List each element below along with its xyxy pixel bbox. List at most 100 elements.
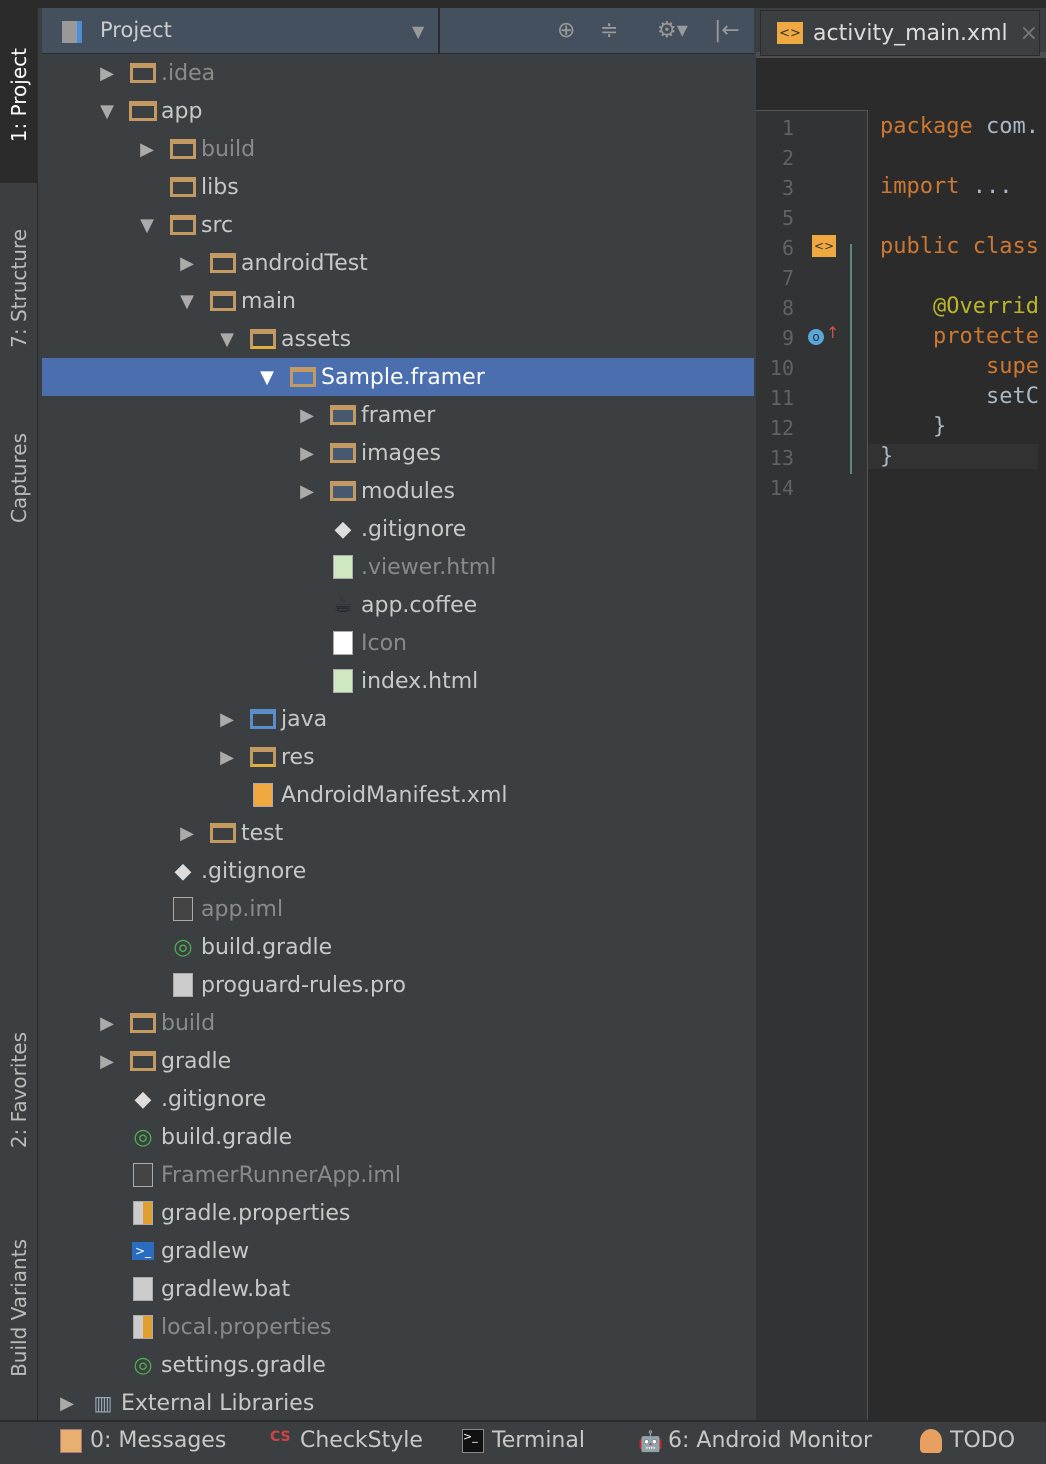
tree-item[interactable]: app.iml: [42, 890, 754, 928]
tool-tab-terminal[interactable]: >_ Terminal: [462, 1428, 585, 1453]
editor-tab-activity-main[interactable]: <> activity_main.xml ×: [760, 10, 1040, 56]
expanded-arrow-icon[interactable]: ▼: [97, 101, 117, 122]
tree-item[interactable]: ▶ modules: [42, 472, 754, 510]
tree-item-label: framer: [361, 402, 436, 428]
tree-item[interactable]: gradlew.bat: [42, 1270, 754, 1308]
checkstyle-icon: CS: [270, 1428, 291, 1445]
locate-icon[interactable]: ⊕: [557, 18, 575, 43]
folder-icon: [209, 251, 237, 275]
terminal-icon: >_: [462, 1428, 484, 1453]
tree-item[interactable]: Icon: [42, 624, 754, 662]
tree-item[interactable]: ◎ build.gradle: [42, 928, 754, 966]
code-line: import ...: [880, 174, 1012, 199]
collapse-all-icon[interactable]: ≑: [600, 18, 618, 43]
tree-item[interactable]: ▼ Sample.framer: [42, 358, 754, 396]
code-token: @Overrid: [880, 294, 1039, 319]
tool-tab-android-monitor[interactable]: 🤖 6: Android Monitor: [638, 1428, 872, 1453]
tree-item[interactable]: AndroidManifest.xml: [42, 776, 754, 814]
tree-item-label: res: [281, 744, 315, 770]
close-tab-icon[interactable]: ×: [1020, 21, 1038, 46]
hide-icon[interactable]: |←: [714, 18, 740, 43]
tree-item[interactable]: ▶ test: [42, 814, 754, 852]
tree-item-label: app: [161, 98, 203, 124]
tree-item[interactable]: >_ gradlew: [42, 1232, 754, 1270]
tree-item-label: .idea: [161, 60, 216, 86]
messages-icon: [60, 1428, 82, 1453]
collapsed-arrow-icon[interactable]: ▶: [297, 405, 317, 426]
line-number: 3: [781, 176, 794, 200]
tree-item[interactable]: ▶ res: [42, 738, 754, 776]
tool-tab-messages[interactable]: 0: Messages: [60, 1428, 226, 1453]
tree-item[interactable]: ▶ images: [42, 434, 754, 472]
collapsed-arrow-icon[interactable]: ▶: [177, 823, 197, 844]
folder-icon: [209, 289, 237, 313]
tree-item[interactable]: libs: [42, 168, 754, 206]
collapsed-arrow-icon[interactable]: ▶: [97, 63, 117, 84]
chevron-down-icon[interactable]: ▼: [412, 22, 424, 41]
collapsed-arrow-icon[interactable]: ▶: [217, 747, 237, 768]
tool-tab-todo[interactable]: TODO: [920, 1428, 1015, 1453]
collapsed-arrow-icon[interactable]: ▶: [297, 443, 317, 464]
tree-item[interactable]: ◆ .gitignore: [42, 852, 754, 890]
tree-item-label: gradlew.bat: [161, 1276, 291, 1302]
tree-item[interactable]: FramerRunnerApp.iml: [42, 1156, 754, 1194]
collapsed-arrow-icon[interactable]: ▶: [177, 253, 197, 274]
tree-item[interactable]: gradle.properties: [42, 1194, 754, 1232]
tool-tab-build-variants[interactable]: Build Variants: [0, 1208, 38, 1408]
tree-item[interactable]: ▶ build: [42, 130, 754, 168]
tree-item[interactable]: ▼ main: [42, 282, 754, 320]
source-folder-icon: [249, 707, 277, 731]
tree-item[interactable]: ▶ gradle: [42, 1042, 754, 1080]
tree-item[interactable]: ◎ build.gradle: [42, 1118, 754, 1156]
tree-item[interactable]: local.properties: [42, 1308, 754, 1346]
collapsed-arrow-icon[interactable]: ▶: [97, 1051, 117, 1072]
code-token: protecte: [880, 324, 1039, 349]
tree-item[interactable]: .viewer.html: [42, 548, 754, 586]
tree-item[interactable]: ▶ androidTest: [42, 244, 754, 282]
tree-item[interactable]: ▶ java: [42, 700, 754, 738]
expanded-arrow-icon[interactable]: ▼: [257, 367, 277, 388]
tree-item[interactable]: ☕ app.coffee: [42, 586, 754, 624]
tool-tab-checkstyle[interactable]: CS CheckStyle: [270, 1428, 423, 1453]
tree-item[interactable]: ◎ settings.gradle: [42, 1346, 754, 1384]
project-view-selector[interactable]: Project: [100, 18, 172, 42]
properties-icon: [129, 1315, 157, 1339]
collapsed-arrow-icon[interactable]: ▶: [57, 1393, 77, 1414]
tool-tab-structure[interactable]: 7: Structure: [0, 198, 38, 378]
tree-item[interactable]: ▼ src: [42, 206, 754, 244]
res-folder-icon: [249, 745, 277, 769]
expanded-arrow-icon[interactable]: ▼: [137, 215, 157, 236]
tree-item[interactable]: ▼ app: [42, 92, 754, 130]
code-token: supe: [880, 354, 1039, 379]
collapsed-arrow-icon[interactable]: ▶: [97, 1013, 117, 1034]
tree-item[interactable]: ▼ assets: [42, 320, 754, 358]
layout-link-icon[interactable]: <>: [812, 235, 836, 257]
shell-icon: >_: [129, 1239, 157, 1263]
override-icon[interactable]: o: [808, 329, 824, 345]
tree-item[interactable]: ◆ .gitignore: [42, 1080, 754, 1118]
tree-item-label: local.properties: [161, 1314, 332, 1340]
tree-item[interactable]: ▶ framer: [42, 396, 754, 434]
line-number: 13: [769, 446, 794, 470]
tool-tab-favorites[interactable]: 2: Favorites: [0, 1003, 38, 1178]
tree-item-label: main: [241, 288, 296, 314]
gear-icon[interactable]: ⚙▾: [657, 18, 688, 43]
expanded-arrow-icon[interactable]: ▼: [217, 329, 237, 350]
tree-item[interactable]: ▶ ▥ External Libraries: [42, 1384, 754, 1422]
tree-item[interactable]: ◆ .gitignore: [42, 510, 754, 548]
tree-item[interactable]: ▶ .idea: [42, 54, 754, 92]
tree-item[interactable]: proguard-rules.pro: [42, 966, 754, 1004]
framer-folder-icon: [329, 479, 357, 503]
collapsed-arrow-icon[interactable]: ▶: [297, 481, 317, 502]
collapsed-arrow-icon[interactable]: ▶: [137, 139, 157, 160]
tool-tab-project[interactable]: 1: Project: [0, 8, 38, 183]
collapsed-arrow-icon[interactable]: ▶: [217, 709, 237, 730]
tree-item[interactable]: ▶ build: [42, 1004, 754, 1042]
tree-item[interactable]: index.html: [42, 662, 754, 700]
line-number: 12: [769, 416, 794, 440]
expanded-arrow-icon[interactable]: ▼: [177, 291, 197, 312]
code-token: com.: [985, 114, 1039, 139]
code-line: package com.: [880, 114, 1039, 139]
tool-tab-captures[interactable]: Captures: [0, 403, 38, 553]
line-number: 7: [781, 266, 794, 290]
